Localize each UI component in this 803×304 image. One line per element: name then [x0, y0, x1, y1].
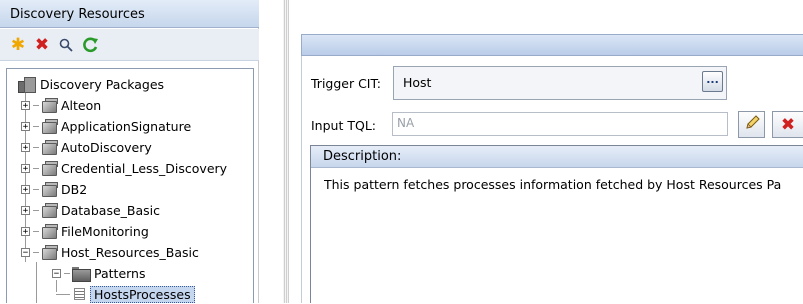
search-icon[interactable] — [56, 35, 76, 55]
trigger-cit-value: Host — [403, 75, 432, 90]
tree-item-label: Credential_Less_Discovery — [61, 160, 228, 176]
tree-item-applicationsignature[interactable]: + ApplicationSignature — [21, 116, 191, 136]
refresh-icon[interactable] — [80, 35, 100, 55]
folder-icon — [72, 266, 91, 282]
expand-icon[interactable]: + — [21, 184, 30, 194]
expand-icon[interactable]: + — [21, 142, 30, 152]
tree-item-hostsprocesses[interactable]: HostsProcesses — [56, 284, 195, 304]
input-tql-value: NA — [397, 116, 415, 130]
collapse-icon[interactable]: − — [52, 268, 61, 278]
tree-item-patterns[interactable]: − Patterns — [52, 263, 145, 283]
new-icon[interactable]: ✱ — [8, 35, 28, 55]
package-icon — [41, 182, 58, 197]
details-header-bar — [301, 34, 803, 56]
tree-item-label: ApplicationSignature — [61, 118, 192, 134]
package-icon — [41, 98, 58, 113]
selected-tree-label: HostsProcesses — [90, 285, 195, 303]
tree-item-label: Database_Basic — [61, 202, 160, 218]
tree-item-label: DB2 — [61, 181, 88, 197]
tree-item-db2[interactable]: + DB2 — [21, 179, 87, 199]
expand-icon[interactable]: + — [21, 121, 30, 131]
tree-item-label: AutoDiscovery — [61, 139, 152, 155]
tree-item-host-resources-basic[interactable]: − Host_Resources_Basic — [21, 242, 199, 262]
packages-icon — [18, 76, 36, 93]
expand-icon[interactable]: + — [21, 163, 30, 173]
panel-splitter[interactable] — [283, 0, 289, 303]
description-box — [310, 145, 803, 303]
tree-item-label: Patterns — [94, 265, 146, 281]
description-header: Description: — [311, 146, 803, 168]
clear-tql-button[interactable]: ✖ — [772, 111, 803, 138]
tree-item-filemonitoring[interactable]: + FileMonitoring — [21, 221, 149, 241]
left-toolbar: ✱ ✖ — [0, 29, 259, 61]
package-icon — [41, 224, 58, 239]
tree-item-autodiscovery[interactable]: + AutoDiscovery — [21, 137, 152, 157]
expand-icon[interactable]: + — [21, 100, 30, 110]
delete-icon[interactable]: ✖ — [32, 35, 52, 55]
package-icon — [41, 119, 58, 134]
tree-item-label: Host_Resources_Basic — [61, 244, 199, 260]
expand-icon[interactable]: + — [21, 205, 30, 215]
expand-icon[interactable]: + — [21, 226, 30, 236]
collapse-icon[interactable]: − — [21, 247, 30, 257]
panel-title: Discovery Resources — [0, 0, 259, 28]
input-tql-field[interactable] — [392, 112, 728, 136]
tree-item-label: FileMonitoring — [61, 223, 149, 239]
trigger-cit-label: Trigger CIT: — [311, 76, 381, 91]
package-icon — [41, 140, 58, 155]
tree-root[interactable]: Discovery Packages — [18, 74, 164, 94]
tree-item-label: Alteon — [61, 97, 102, 113]
trigger-cit-field[interactable] — [393, 66, 727, 100]
description-text[interactable]: This pattern fetches processes informati… — [324, 177, 803, 192]
tree-item-alteon[interactable]: + Alteon — [21, 95, 101, 115]
pencil-icon — [743, 114, 761, 135]
tree-root-label: Discovery Packages — [40, 76, 165, 92]
package-icon — [41, 203, 58, 218]
tree-line — [36, 262, 37, 303]
browse-cit-button[interactable]: ... — [702, 71, 723, 92]
package-icon — [41, 161, 58, 176]
package-icon — [41, 245, 58, 260]
document-icon — [74, 288, 85, 300]
input-tql-label: Input TQL: — [311, 118, 376, 133]
edit-tql-button[interactable] — [738, 111, 765, 138]
tree-item-database-basic[interactable]: + Database_Basic — [21, 200, 160, 220]
delete-icon: ✖ — [780, 114, 796, 135]
tree-item-credential-less-discovery[interactable]: + Credential_Less_Discovery — [21, 158, 227, 178]
